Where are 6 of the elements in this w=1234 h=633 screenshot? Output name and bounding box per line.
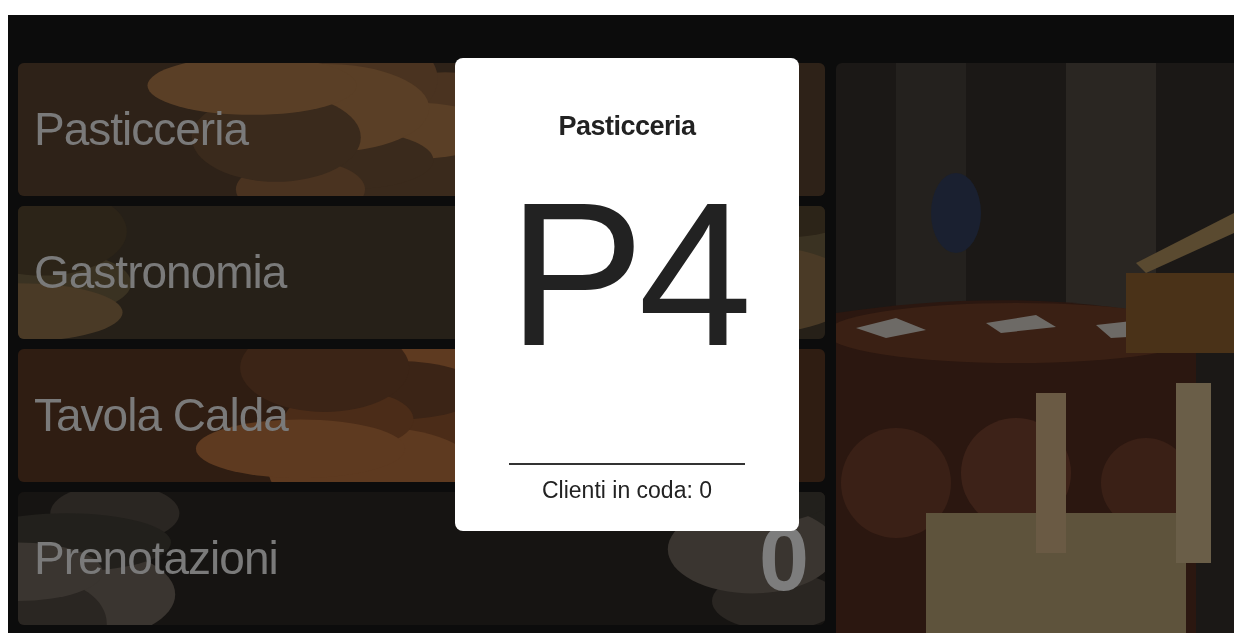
category-label: Gastronomia (34, 245, 287, 300)
category-label: Pasticceria (34, 102, 248, 157)
category-label: Tavola Calda (34, 388, 288, 443)
queue-info: Clienti in coda: 0 (509, 462, 745, 507)
category-label: Prenotazioni (34, 531, 278, 586)
dialog-title: Pasticceria (558, 110, 696, 143)
